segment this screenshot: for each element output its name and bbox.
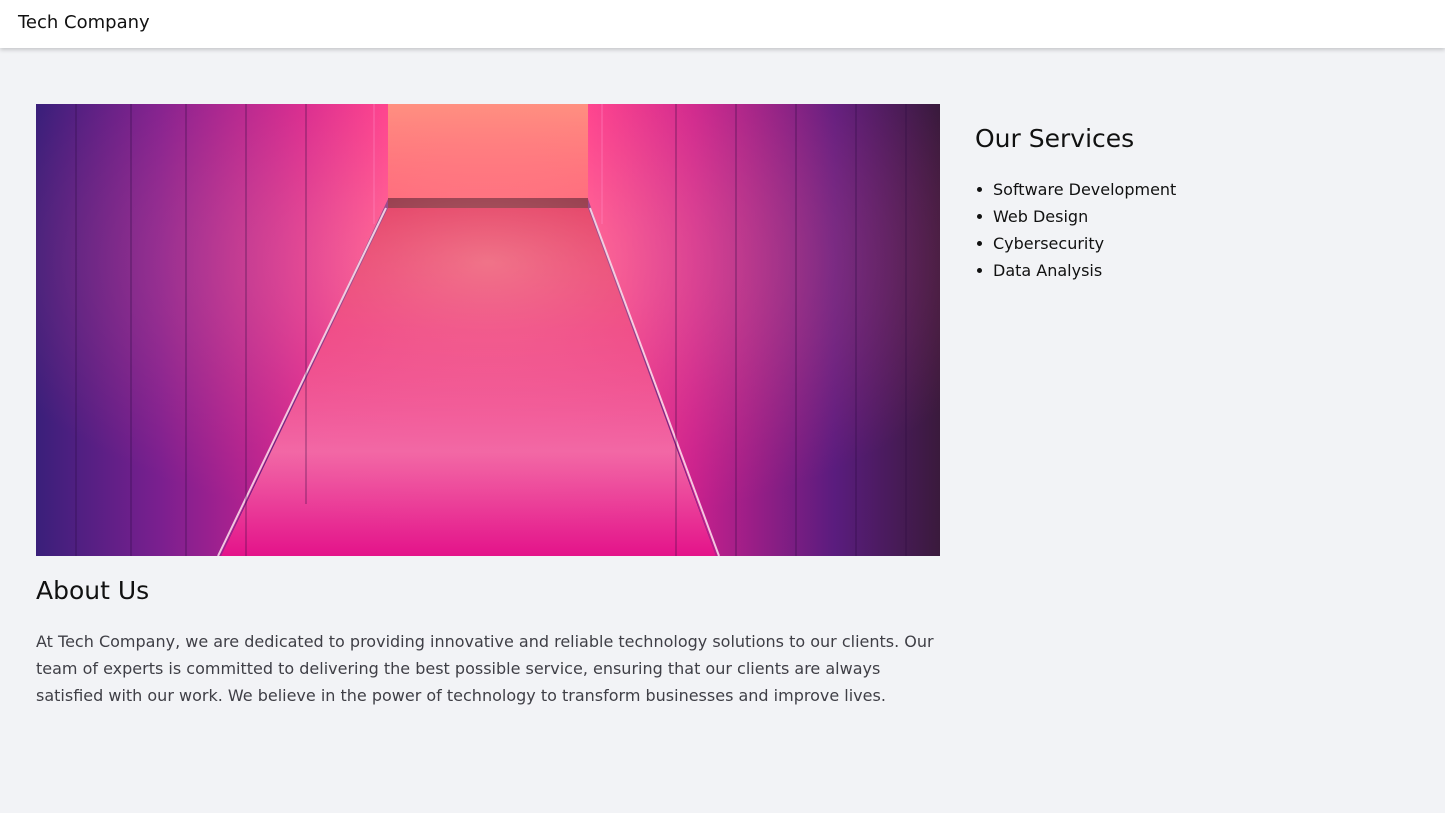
- bullet-icon: [977, 214, 982, 219]
- service-label: Software Development: [993, 180, 1177, 199]
- bullet-icon: [977, 241, 982, 246]
- services-title: Our Services: [975, 124, 1135, 153]
- service-label: Web Design: [993, 207, 1089, 226]
- hero-image: [36, 104, 940, 556]
- list-item: Software Development: [975, 176, 1415, 203]
- bullet-icon: [977, 268, 982, 273]
- list-item: Web Design: [975, 203, 1415, 230]
- service-label: Data Analysis: [993, 261, 1103, 280]
- about-text: At Tech Company, we are dedicated to pro…: [36, 632, 934, 705]
- brand-link[interactable]: Tech Company: [18, 12, 150, 34]
- bullet-icon: [977, 187, 982, 192]
- list-item: Cybersecurity: [975, 230, 1415, 257]
- service-label: Cybersecurity: [993, 234, 1105, 253]
- list-item: Data Analysis: [975, 257, 1415, 284]
- corridor-photo: [36, 104, 940, 556]
- top-navbar: Tech Company: [0, 0, 1445, 48]
- services-list: Software Development Web Design Cybersec…: [975, 176, 1415, 284]
- about-title: About Us: [36, 576, 150, 605]
- services-sidebar: Our Services Software Development Web De…: [975, 104, 1415, 284]
- main-content: About Us At Tech Company, we are dedicat…: [36, 104, 940, 709]
